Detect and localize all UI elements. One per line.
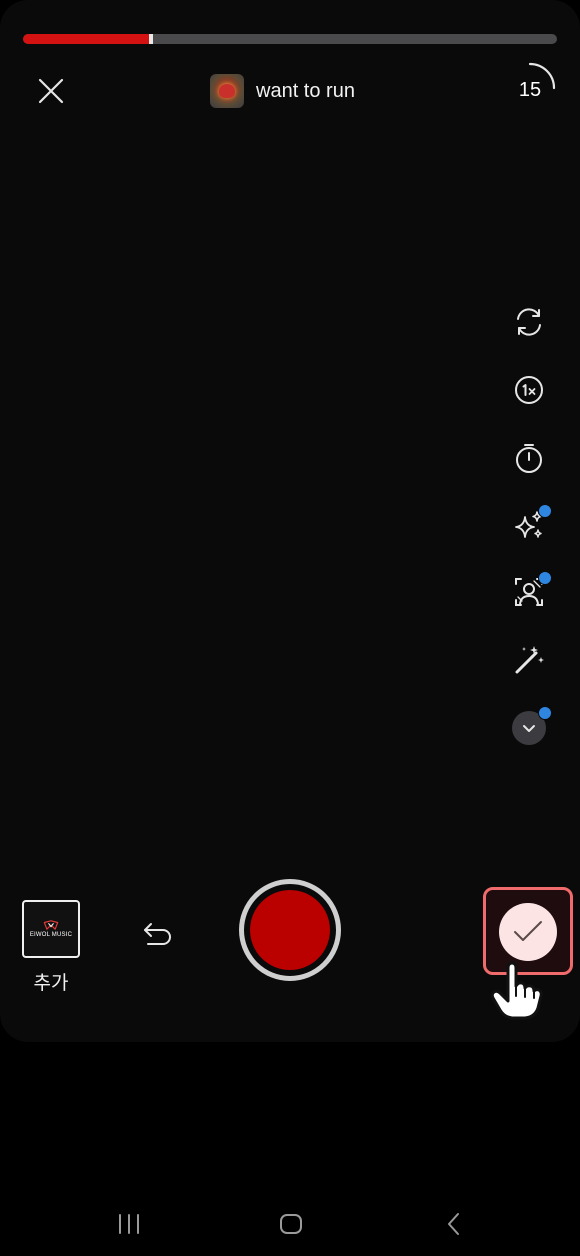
close-icon <box>38 78 64 104</box>
undo-button[interactable] <box>138 913 180 955</box>
flip-camera-button[interactable] <box>504 297 554 347</box>
progress-fill <box>23 34 152 44</box>
duration-selector[interactable]: 15 <box>502 60 558 116</box>
music-selector[interactable]: want to run <box>210 73 355 109</box>
confirm-button[interactable] <box>499 903 557 961</box>
upload-gallery-thumbnail[interactable]: EIWOL MUSIC <box>22 900 80 958</box>
portrait-filter-button[interactable] <box>504 567 554 617</box>
portrait-badge-dot <box>538 571 552 585</box>
eiwol-logo-mark <box>43 920 59 930</box>
camera-viewfinder: want to run 15 EIWOL MUSIC 추가 <box>0 0 580 1042</box>
music-cover-art <box>210 74 244 108</box>
thumbnail-logo-text: EIWOL MUSIC <box>29 932 73 938</box>
magic-wand-button[interactable] <box>504 635 554 685</box>
undo-icon <box>144 923 171 945</box>
home-icon <box>280 1214 302 1234</box>
speed-1x-icon <box>515 376 543 404</box>
record-button[interactable] <box>239 879 341 981</box>
music-title: want to run <box>256 79 355 102</box>
effects-badge-dot <box>538 504 552 518</box>
recording-progress-bar <box>23 34 557 44</box>
pointing-hand-icon <box>490 961 543 1020</box>
nav-recent-apps-button[interactable] <box>109 1204 149 1244</box>
duration-label: 15 <box>518 78 542 101</box>
camera-screen: want to run 15 EIWOL MUSIC 추가 <box>0 0 580 1256</box>
speed-button[interactable] <box>504 365 554 415</box>
more-tools-button[interactable] <box>504 703 554 753</box>
close-button[interactable] <box>30 70 72 112</box>
more-badge-dot <box>538 706 552 720</box>
check-icon <box>514 921 542 941</box>
magic-wand-icon <box>515 646 544 674</box>
nav-back-button[interactable] <box>434 1204 474 1244</box>
effects-button[interactable] <box>504 500 554 550</box>
timer-icon <box>516 444 542 473</box>
record-icon <box>250 890 330 970</box>
more-chevron-icon <box>523 725 535 732</box>
progress-segment-marker <box>149 34 154 44</box>
timer-button[interactable] <box>504 433 554 483</box>
recent-apps-icon <box>119 1214 139 1234</box>
flip-camera-icon <box>517 308 541 336</box>
back-icon <box>448 1213 459 1235</box>
add-label: 추가 <box>33 973 69 994</box>
nav-home-button[interactable] <box>271 1204 311 1244</box>
